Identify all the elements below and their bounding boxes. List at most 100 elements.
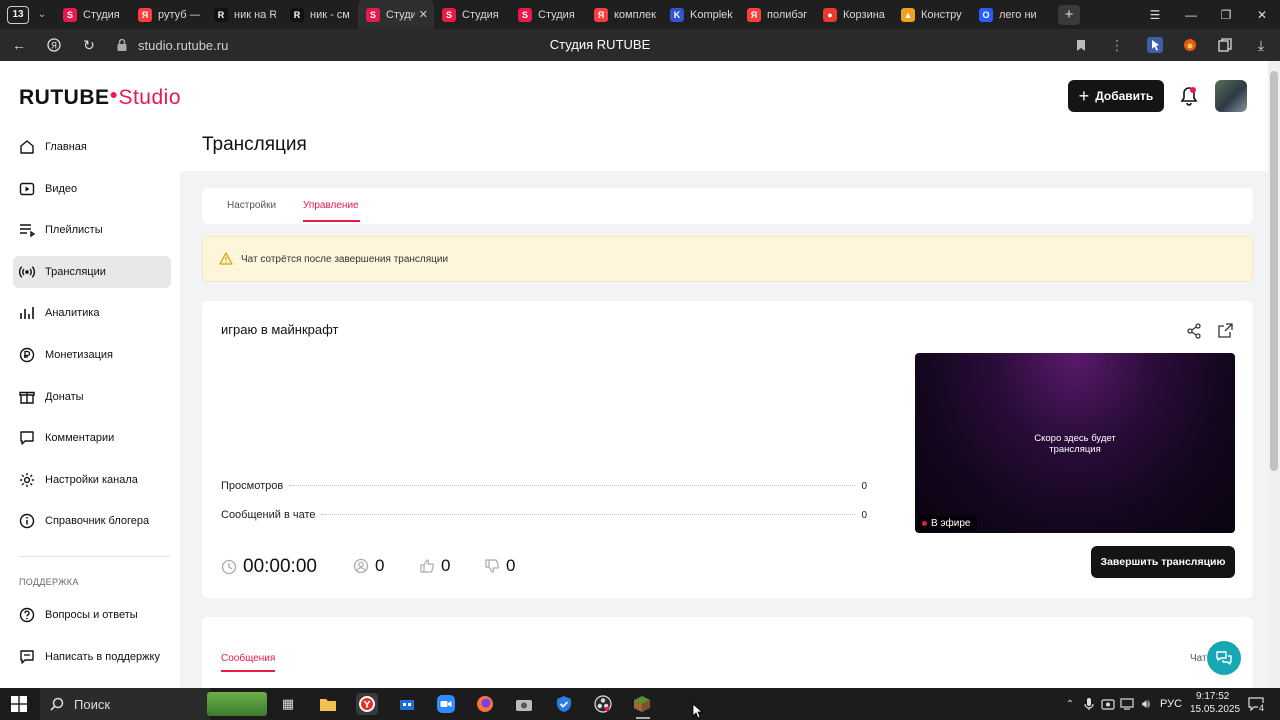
thumbs-up-icon [420,559,434,573]
browser-tab[interactable]: S Студия [55,0,130,29]
close-tab-icon[interactable]: ✕ [419,8,428,21]
ozon-favicon: O [979,7,993,22]
rutube-r-favicon: R [290,7,304,22]
minimize-icon[interactable]: — [1173,0,1209,29]
page-heading: Трансляция [202,134,307,155]
language-indicator[interactable]: РУС [1160,698,1182,710]
file-explorer-icon[interactable] [317,693,339,715]
help-chat-icon [1216,651,1232,665]
messages-card: Сообщения Чат [202,617,1253,688]
km-favicon: K [670,7,684,22]
viewers-count: 0 [353,556,384,576]
browser-menu-icon[interactable]: ☰ [1137,0,1173,29]
scrollbar-thumb[interactable] [1270,71,1278,471]
broadcast-icon [19,266,35,278]
sidebar-divider [19,556,171,557]
stream-preview[interactable]: Скоро здесь будет трансляция В эфире [915,353,1235,533]
close-window-icon[interactable]: ✕ [1244,0,1280,29]
download-icon[interactable]: ⤓ [1244,29,1278,61]
firefox-icon[interactable] [474,693,496,715]
zoom-icon[interactable] [435,693,457,715]
taskbar-search[interactable]: Поиск [40,688,210,720]
browser-tab[interactable]: S Студи ✕ [358,0,434,29]
clock-date[interactable]: 15.05.2025 [1190,704,1240,715]
collections-icon[interactable] [1208,29,1242,61]
extension-fire-icon[interactable] [1173,29,1207,61]
rutube-favicon: S [442,7,456,22]
sidebar-item-info[interactable]: Справочник блогера [13,505,171,537]
monetization-icon [19,347,35,363]
sidebar-item-video[interactable]: Видео [13,173,171,205]
yandex-browser-icon[interactable]: Y [356,693,378,715]
new-tab-plus-icon[interactable]: + [1058,4,1080,25]
add-button[interactable]: + Добавить [1068,80,1164,112]
active-app-indicator [636,717,650,719]
stream-title: играю в майнкрафт [221,322,339,337]
open-external-icon[interactable] [1218,323,1233,338]
market-favicon: ● [823,7,837,22]
store-icon[interactable] [396,693,418,715]
tab-settings[interactable]: Настройки [227,200,276,211]
dislikes-count: 0 [484,556,515,576]
windows-start-icon[interactable] [8,693,30,715]
browser-tab[interactable]: S Студия [510,0,586,29]
browser-tab[interactable]: S Студия [434,0,510,29]
help-chat-button[interactable] [1207,641,1241,675]
gear-icon [20,472,34,487]
rutube-studio-logo[interactable]: RUTUBE●Studio [19,86,181,110]
stream-timer: 00:00:00 [221,556,317,578]
support-header: ПОДДЕРЖКА [19,577,79,587]
browser-tab[interactable]: K Komplek [662,0,739,29]
sidebar-item-question[interactable]: Вопросы и ответы [13,599,171,631]
camera-icon[interactable] [513,693,535,715]
fire-favicon: ▲ [901,7,915,22]
clock-icon [221,559,237,575]
sidebar-item-donate[interactable]: Донаты [13,381,171,413]
more-options-icon[interactable]: ⋮ [1100,29,1134,61]
tab-chat[interactable]: Чат [1190,653,1207,664]
chat-icon [20,649,34,664]
sidebar-item-analytics[interactable]: Аналитика [13,297,171,329]
obs-icon[interactable] [592,693,614,715]
sidebar-item-monetization[interactable]: Монетизация [13,339,171,371]
end-stream-button[interactable]: Завершить трансляцию [1091,546,1235,578]
avatar[interactable] [1215,80,1247,112]
share-icon[interactable] [1186,323,1202,339]
sidebar-item-gear[interactable]: Настройки канала [13,464,171,496]
browser-tab[interactable]: Якомплек [586,0,662,29]
maximize-icon[interactable]: ❐ [1208,0,1244,29]
extension-cursor-icon[interactable] [1138,29,1172,61]
clock-time[interactable]: 9:17:52 [1196,691,1229,702]
notification-bell-icon[interactable] [1178,85,1200,107]
sidebar-item-chat[interactable]: Написать в поддержку [13,641,171,673]
playlist-icon [20,224,35,238]
browser-tab[interactable]: Oлего ни [971,0,1052,29]
sidebar-item-home[interactable]: Главная [13,131,171,163]
notification-count-badge: 4 [1258,703,1266,713]
browser-tab[interactable]: Яполибэг [739,0,815,29]
page-scrollbar[interactable] [1268,61,1280,688]
tab-management[interactable]: Управление [303,200,359,211]
tabs-card: Настройки Управление [202,188,1253,224]
defender-shield-icon[interactable] [553,693,575,715]
tab-list-chevron-icon[interactable]: ⌄ [29,9,55,20]
task-view-icon[interactable]: ▦ [277,693,299,715]
browser-tab[interactable]: Ярутуб — [130,0,206,29]
tab-messages[interactable]: Сообщения [221,653,275,664]
browser-tab[interactable]: Rник - см [282,0,358,29]
bookmark-icon[interactable] [1064,29,1098,61]
browser-tab[interactable]: ● Корзина [815,0,893,29]
sidebar-item-broadcast[interactable]: Трансляции [13,255,171,288]
minecraft-icon[interactable] [631,693,653,715]
tab-count-badge[interactable]: 13 [7,5,29,24]
browser-tab[interactable]: ▲ Констру [893,0,971,29]
home-icon [20,140,34,154]
browser-tab-strip: 13 ⌄ S Студия Ярутуб — Rник на R Rник - см S С… [0,0,1280,29]
messages-tab-underline [221,670,275,672]
volume-icon[interactable]: 🔊︎ [1135,693,1157,715]
search-highlight-image [207,692,267,716]
plus-icon: + [1078,86,1090,106]
sidebar-item-playlist[interactable]: Плейлисты [13,214,171,246]
sidebar-item-comment[interactable]: Комментарии [13,422,171,454]
browser-tab[interactable]: Rник на R [206,0,282,29]
